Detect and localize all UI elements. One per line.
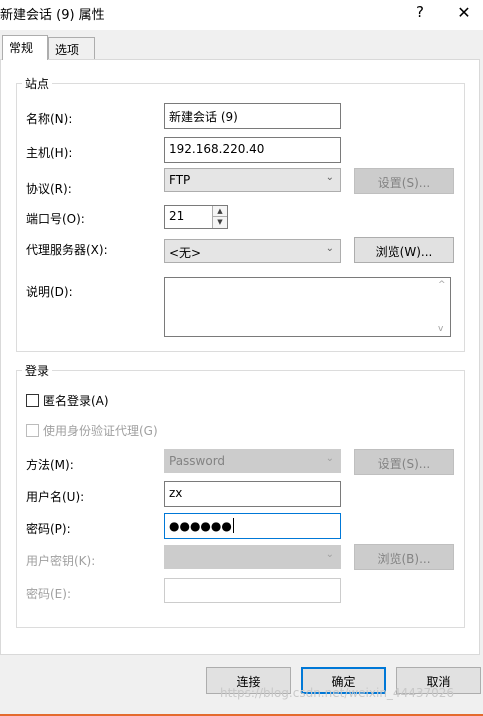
method-value: Password — [169, 454, 226, 468]
window-title: 新建会话 (9) 属性 — [0, 8, 105, 23]
scroll-up-icon[interactable]: ^ — [438, 280, 446, 290]
tab-general[interactable]: 常规 — [2, 35, 48, 60]
description-field[interactable]: ^ v — [164, 277, 451, 337]
username-label: 用户名(U): — [26, 490, 85, 504]
username-field[interactable]: zx — [164, 481, 341, 507]
user-key-label: 用户密钥(K): — [26, 554, 96, 568]
host-label: 主机(H): — [26, 146, 73, 160]
protocol-label: 协议(R): — [26, 182, 72, 196]
anonymous-checkbox[interactable] — [26, 394, 39, 407]
auth-agent-checkbox[interactable] — [26, 424, 39, 437]
login-group-legend: 登录 — [22, 362, 53, 379]
chevron-down-icon: ⌄ — [325, 453, 334, 464]
port-stepper[interactable]: 21 ▲ ▼ — [164, 205, 228, 229]
password-value: ●●●●●● — [169, 519, 232, 533]
password-label: 密码(P): — [26, 522, 71, 536]
description-label: 说明(D): — [26, 285, 73, 299]
proxy-label: 代理服务器(X): — [26, 243, 108, 257]
auth-agent-label: 使用身份验证代理(G) — [43, 424, 158, 438]
proxy-select[interactable]: <无> ⌄ — [164, 239, 341, 263]
method-settings-button[interactable]: 设置(S)... — [354, 449, 454, 475]
user-key-select[interactable]: ⌄ — [164, 545, 341, 569]
close-icon[interactable]: ✕ — [452, 3, 476, 22]
password-field[interactable]: ●●●●●● — [164, 513, 341, 539]
scroll-down-icon[interactable]: v — [438, 324, 443, 334]
proxy-value: <无> — [169, 246, 202, 260]
footer-divider — [0, 656, 483, 657]
chevron-down-icon: ⌄ — [325, 549, 334, 560]
proxy-browse-button[interactable]: 浏览(W)... — [354, 237, 454, 263]
method-label: 方法(M): — [26, 458, 74, 472]
port-label: 端口号(O): — [26, 212, 85, 226]
spin-up-icon[interactable]: ▲ — [213, 206, 227, 217]
name-label: 名称(N): — [26, 112, 73, 126]
tab-options[interactable]: 选项 — [48, 37, 95, 60]
protocol-value: FTP — [169, 173, 191, 187]
user-key-browse-button[interactable]: 浏览(B)... — [354, 544, 454, 570]
chevron-down-icon: ⌄ — [325, 243, 334, 254]
chevron-down-icon: ⌄ — [325, 172, 334, 183]
name-field[interactable]: 新建会话 (9) — [164, 103, 341, 129]
site-group-legend: 站点 — [22, 75, 53, 92]
port-spin-buttons: ▲ ▼ — [212, 206, 227, 228]
watermark: https://blog.csdn.net/weixin_44437026 — [220, 686, 455, 700]
text-caret — [232, 518, 234, 533]
port-value: 21 — [169, 209, 185, 223]
protocol-select[interactable]: FTP ⌄ — [164, 168, 341, 192]
protocol-settings-button[interactable]: 设置(S)... — [354, 168, 454, 194]
anonymous-label[interactable]: 匿名登录(A) — [43, 392, 109, 409]
method-select[interactable]: Password ⌄ — [164, 449, 341, 473]
description-scrollbar[interactable]: ^ v — [434, 278, 450, 336]
title-bar: 新建会话 (9) 属性 ? ✕ — [0, 0, 483, 30]
passphrase-label: 密码(E): — [26, 587, 71, 601]
spin-down-icon[interactable]: ▼ — [213, 217, 227, 228]
passphrase-field[interactable] — [164, 578, 341, 603]
host-field[interactable]: 192.168.220.40 — [164, 137, 341, 163]
help-icon[interactable]: ? — [408, 3, 432, 21]
